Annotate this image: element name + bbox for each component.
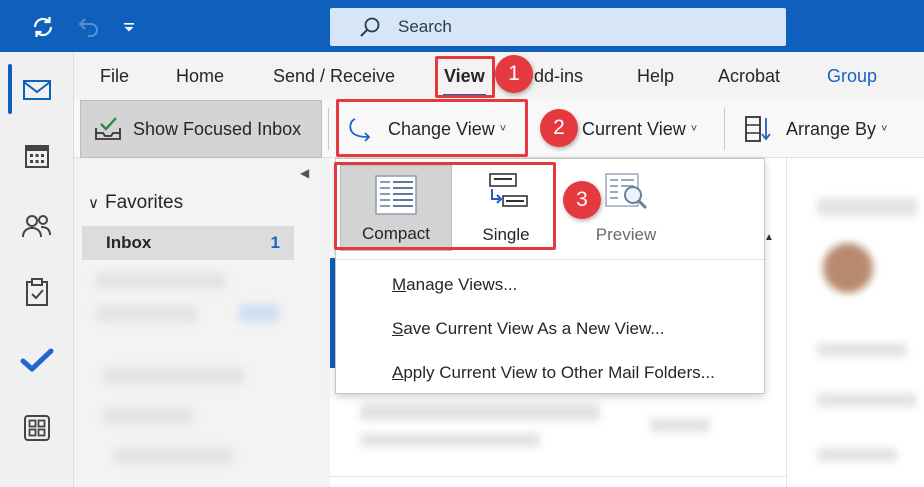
avatar [823, 243, 873, 293]
inbox-label: Inbox [106, 233, 152, 252]
arrange-by-icon [745, 116, 771, 142]
blurred-folder [104, 408, 194, 424]
search-input[interactable]: Search [398, 17, 452, 37]
tab-send-receive[interactable]: Send / Receive [273, 66, 395, 87]
blurred-text [817, 343, 907, 357]
show-focused-inbox-label: Show Focused Inbox [133, 118, 302, 139]
ribbon-separator [328, 108, 329, 150]
title-bar: Search [0, 0, 924, 52]
todo-icon[interactable] [0, 336, 74, 384]
inbox-unread-count: 1 [270, 233, 280, 252]
tab-home[interactable]: Home [176, 66, 224, 87]
blurred-folder [96, 273, 226, 289]
undo-icon[interactable] [76, 14, 102, 40]
sort-arrow-icon[interactable]: ▲ [764, 232, 774, 243]
blurred-text [817, 198, 917, 216]
highlight-change-view [336, 99, 528, 157]
manage-views-label: anage Views... [406, 275, 518, 294]
blurred-folder [104, 368, 244, 384]
folder-inbox[interactable]: Inbox 1 [82, 226, 294, 260]
manage-views-item[interactable]: Manage Views... [392, 275, 517, 295]
message-divider [330, 476, 786, 477]
blurred-folder [114, 448, 234, 464]
access-key: M [392, 275, 407, 294]
highlight-view-options [334, 162, 556, 250]
people-icon[interactable] [0, 202, 74, 250]
search-box[interactable]: Search [330, 8, 786, 46]
blurred-text [817, 448, 897, 462]
current-view-button[interactable]: Current View ˅ [582, 100, 697, 158]
save-current-view-label: ave Current View As a New View... [403, 319, 665, 338]
blurred-folder [96, 306, 196, 322]
preview-view-icon [605, 173, 648, 210]
chevron-down-icon: ˅ [881, 123, 888, 135]
chevron-down-icon: ˅ [690, 123, 698, 135]
focused-inbox-icon [95, 117, 121, 140]
favorites-header[interactable]: ∨ Favorites [88, 192, 183, 214]
favorites-label: Favorites [104, 192, 184, 213]
menu-separator [336, 259, 764, 260]
calendar-icon[interactable] [0, 132, 74, 180]
show-focused-inbox-button[interactable]: Show Focused Inbox [80, 100, 322, 158]
tasks-icon[interactable] [0, 268, 74, 316]
customize-toolbar-icon[interactable] [116, 14, 142, 40]
blurred-message [360, 403, 600, 421]
app-rail [0, 52, 74, 487]
collapse-pane-icon[interactable]: ◀ [300, 166, 309, 180]
save-current-view-item[interactable]: Save Current View As a New View... [392, 319, 664, 339]
preview-label: Preview [595, 225, 657, 244]
ribbon-separator [724, 108, 725, 150]
annotation-badge-3: 3 [563, 181, 601, 219]
tab-help[interactable]: Help [637, 66, 674, 87]
highlight-view-tab [435, 56, 495, 98]
blurred-badge [239, 304, 279, 322]
sync-icon[interactable] [30, 14, 56, 40]
search-icon [360, 17, 380, 37]
tab-file[interactable]: File [100, 66, 129, 87]
blurred-message [650, 418, 710, 432]
arrange-by-button[interactable]: Arrange By ˅ [744, 100, 887, 158]
mail-icon[interactable] [0, 66, 74, 114]
access-key: S [392, 319, 404, 338]
arrange-by-label: Arrange By [786, 118, 877, 139]
tab-group[interactable]: Group [827, 66, 877, 87]
tab-add-ins[interactable]: dd-ins [534, 66, 583, 87]
blurred-message [360, 433, 540, 447]
tab-acrobat[interactable]: Acrobat [718, 66, 780, 87]
apps-icon[interactable] [0, 404, 74, 452]
chevron-down-icon: ∨ [88, 195, 99, 212]
folder-pane: ∨ Favorites Inbox 1 [74, 158, 330, 487]
apply-current-view-label: pply Current View to Other Mail Folders.… [403, 363, 715, 382]
current-view-label: Current View [582, 118, 686, 139]
annotation-badge-2: 2 [540, 109, 578, 147]
annotation-badge-1: 1 [495, 55, 533, 93]
apply-current-view-item[interactable]: Apply Current View to Other Mail Folders… [392, 363, 715, 383]
reading-pane [786, 158, 924, 487]
blurred-text [817, 393, 917, 407]
access-key: A [392, 363, 404, 382]
